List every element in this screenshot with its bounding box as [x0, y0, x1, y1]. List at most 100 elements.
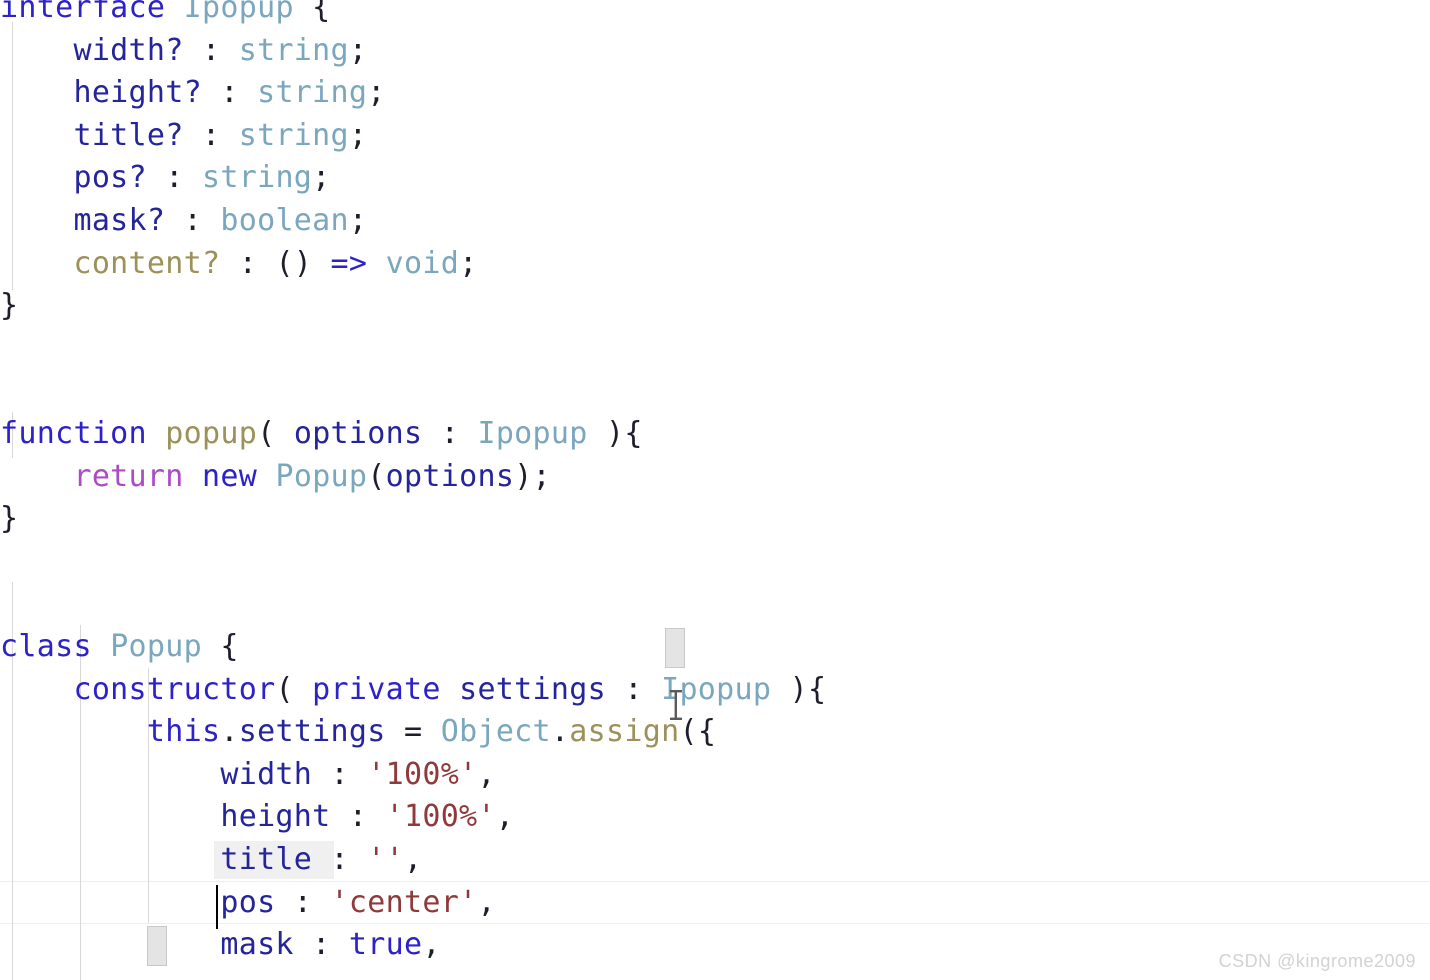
code-line[interactable]	[0, 370, 1430, 413]
code-token: :	[312, 842, 368, 877]
code-line[interactable]: class Popup {	[0, 626, 1430, 669]
code-line[interactable]: width? : string;	[0, 30, 1430, 73]
code-line[interactable]: title : '',	[0, 839, 1430, 882]
code-token: ;	[459, 245, 478, 281]
code-token: assign	[569, 714, 680, 750]
code-token: popup	[165, 416, 258, 451]
code-token: Popup	[110, 629, 202, 664]
code-token: string	[202, 160, 313, 196]
code-token: .	[550, 714, 570, 750]
code-token: ,	[422, 927, 441, 963]
code-token: string	[238, 117, 349, 153]
code-token: mask?	[73, 203, 166, 238]
code-token: class	[0, 629, 92, 664]
code-token: ''	[367, 842, 404, 877]
code-token: boolean	[220, 203, 349, 238]
code-token: string	[257, 75, 368, 111]
code-token: {	[293, 0, 331, 25]
code-token: settings	[459, 671, 606, 707]
code-content[interactable]: interface Ipopup { width? : string; heig…	[0, 0, 1430, 980]
code-token: :	[146, 160, 202, 196]
code-token: content?	[73, 245, 221, 281]
code-token: title	[220, 842, 313, 877]
code-line[interactable]: interface Ipopup {	[0, 0, 1430, 30]
code-token: function	[0, 416, 147, 451]
code-line[interactable]: }	[0, 285, 1430, 328]
code-token: Ipopup	[183, 0, 294, 25]
code-token: ,	[477, 756, 496, 792]
code-token: true	[348, 927, 423, 963]
code-token: ({	[679, 714, 717, 750]
code-token: height	[220, 799, 331, 835]
code-line[interactable]: pos : 'center',	[0, 882, 1430, 925]
code-line[interactable]: width : '100%',	[0, 754, 1430, 797]
code-token: :	[275, 884, 331, 920]
code-token: 'center'	[330, 884, 478, 920]
code-token: ;	[348, 203, 368, 238]
mouse-ibeam-cursor	[670, 690, 682, 720]
code-token: ,	[477, 884, 496, 920]
code-token: Popup	[275, 458, 368, 494]
code-token: }	[0, 288, 19, 324]
code-token: options	[293, 416, 423, 451]
code-line[interactable]	[0, 967, 1430, 980]
code-token: : ()	[220, 245, 331, 281]
code-line[interactable]	[0, 541, 1430, 584]
code-line[interactable]: content? : () => void;	[0, 243, 1430, 286]
code-line[interactable]: constructor( private settings : Ipopup )…	[0, 669, 1430, 712]
code-line[interactable]: pos? : string;	[0, 157, 1430, 200]
code-token: options	[385, 458, 515, 494]
code-token: ;	[348, 117, 368, 153]
code-editor[interactable]: interface Ipopup { width? : string; heig…	[0, 0, 1430, 980]
code-token: ,	[403, 842, 423, 877]
code-line[interactable]	[0, 328, 1430, 371]
code-line[interactable]: title? : string;	[0, 115, 1430, 158]
code-line[interactable]: mask? : boolean;	[0, 200, 1430, 243]
code-token: mask	[220, 927, 294, 963]
code-token: :	[165, 203, 221, 238]
code-token: :	[183, 32, 239, 68]
code-line[interactable]: }	[0, 498, 1430, 541]
code-token: pos	[220, 884, 276, 920]
code-token: ;	[312, 160, 331, 196]
code-token: (	[367, 458, 386, 494]
code-token: Object	[440, 714, 551, 750]
code-line[interactable]	[0, 583, 1430, 626]
code-token: :	[312, 756, 368, 792]
code-line[interactable]: this.settings = Object.assign({	[0, 711, 1430, 754]
code-token: ){	[771, 671, 827, 707]
code-token: (	[275, 671, 313, 707]
code-token: ,	[495, 799, 515, 835]
code-line[interactable]: height? : string;	[0, 72, 1430, 115]
code-token: }	[0, 501, 19, 537]
code-token: this	[146, 714, 221, 750]
code-token: interface	[0, 0, 166, 25]
code-token: ;	[367, 75, 386, 111]
code-token: width	[220, 756, 313, 792]
code-token: :	[605, 671, 662, 707]
code-token: settings	[238, 714, 386, 750]
code-line[interactable]: function popup( options : Ipopup ){	[0, 413, 1430, 456]
code-line[interactable]: height : '100%',	[0, 796, 1430, 839]
code-token: .	[220, 714, 239, 750]
code-line[interactable]: return new Popup(options);	[0, 456, 1430, 499]
code-line[interactable]: mask : true,	[0, 924, 1430, 967]
code-token: '100%'	[385, 799, 496, 835]
code-token: string	[238, 32, 349, 68]
code-token: :	[201, 75, 258, 111]
code-token: pos?	[73, 160, 147, 196]
